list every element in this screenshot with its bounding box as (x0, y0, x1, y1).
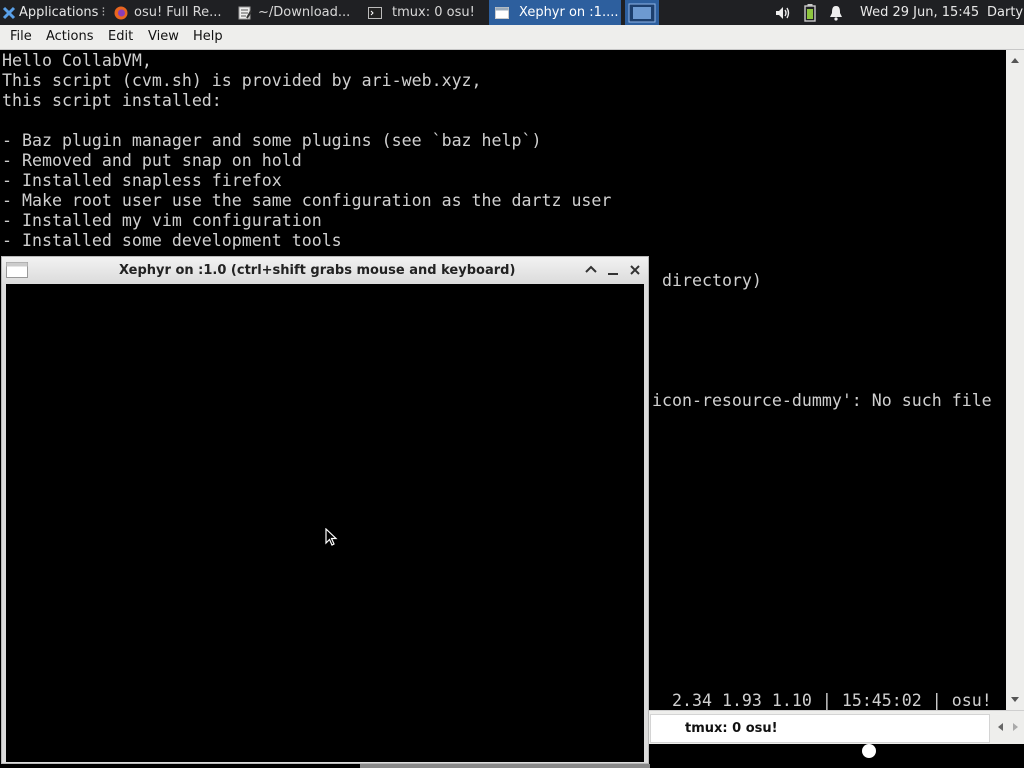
terminal-tab-bar: tmux: 0 osu! (648, 710, 1024, 745)
terminal-tab[interactable]: tmux: 0 osu! (650, 714, 990, 743)
xfce-logo-icon (2, 6, 16, 20)
terminal-line: - Installed my vim configuration (2, 211, 322, 230)
workspace-switcher[interactable] (625, 0, 659, 25)
minimize-button[interactable] (604, 261, 622, 279)
terminal-menubar: File Actions Edit View Help (0, 25, 1024, 50)
task-text-editor[interactable]: ~/Download... (236, 0, 362, 25)
task-firefox[interactable]: osu! Full Re... (112, 0, 234, 25)
firefox-icon (114, 6, 128, 20)
mouse-cursor-icon (325, 528, 338, 546)
top-panel: Applications ⁝ osu! Full Re... ~/Downloa… (0, 0, 1024, 25)
clock[interactable]: Wed 29 Jun, 15:45 (860, 0, 980, 25)
menu-file[interactable]: File (10, 29, 32, 44)
menu-view[interactable]: View (148, 29, 179, 44)
task-label: osu! Full Re... (134, 5, 222, 20)
shade-button[interactable] (582, 261, 600, 279)
terminal-line: Hello CollabVM, (2, 51, 152, 70)
workspace-thumbnail-icon (628, 3, 656, 22)
terminal-line: icon-resource-dummy': No such file (652, 391, 992, 410)
tmux-status-line: 2.34 1.93 1.10 | 15:45:02 | osu! (672, 691, 992, 710)
terminal-line: - Removed and put snap on hold (2, 151, 302, 170)
user-menu[interactable]: Darty (987, 0, 1024, 25)
task-label: ~/Download... (258, 5, 351, 20)
scroll-handle[interactable] (862, 744, 876, 758)
xephyr-window: Xephyr on :1.0 (ctrl+shift grabs mouse a… (1, 256, 649, 764)
xephyr-titlebar[interactable]: Xephyr on :1.0 (ctrl+shift grabs mouse a… (2, 257, 648, 283)
menu-edit[interactable]: Edit (108, 29, 133, 44)
terminal-line: directory) (662, 271, 762, 290)
terminal-line: - Installed some development tools (2, 231, 342, 250)
chevron-up-icon (585, 265, 597, 273)
volume-icon[interactable] (774, 0, 796, 25)
clock-text: Wed 29 Jun, 15:45 (860, 5, 980, 20)
applications-label: Applications (19, 5, 99, 20)
user-name: Darty (987, 5, 1024, 20)
task-label: tmux: 0 osu! (392, 5, 475, 20)
terminal-line: - Installed snapless firefox (2, 171, 282, 190)
task-terminal[interactable]: tmux: 0 osu! (364, 0, 488, 25)
close-icon (630, 265, 640, 275)
terminal-line: - Make root user use the same configurat… (2, 191, 612, 210)
tab-label: tmux: 0 osu! (685, 721, 778, 736)
scroll-down-icon (1011, 697, 1019, 702)
close-button[interactable] (626, 261, 644, 279)
window-menu-icon[interactable] (6, 262, 28, 282)
applications-menu[interactable]: Applications ⁝ (2, 0, 110, 25)
horizontal-scrollbar[interactable] (360, 764, 650, 768)
tab-scroll-right-icon[interactable] (1012, 722, 1020, 732)
battery-icon[interactable] (804, 0, 820, 25)
notifications-bell-icon[interactable] (829, 0, 847, 25)
terminal-icon (368, 6, 382, 20)
separator-icon: ⁝ (101, 5, 106, 20)
terminal-scrollbar[interactable] (1006, 50, 1024, 710)
terminal-line: this script installed: (2, 91, 222, 110)
menu-actions[interactable]: Actions (46, 29, 94, 44)
text-editor-icon (238, 6, 252, 20)
window-icon (495, 6, 509, 20)
window-title: Xephyr on :1.0 (ctrl+shift grabs mouse a… (119, 263, 516, 278)
task-label: Xephyr on :1.... (519, 5, 619, 20)
minimize-icon (608, 273, 618, 275)
menu-help[interactable]: Help (193, 29, 223, 44)
task-xephyr[interactable]: Xephyr on :1.... (489, 0, 621, 25)
terminal-line: This script (cvm.sh) is provided by ari-… (2, 71, 482, 90)
tab-scroll-left-icon[interactable] (996, 722, 1004, 732)
terminal-line: - Baz plugin manager and some plugins (s… (2, 131, 542, 150)
scroll-up-icon (1011, 58, 1019, 63)
xephyr-display[interactable] (6, 284, 644, 762)
